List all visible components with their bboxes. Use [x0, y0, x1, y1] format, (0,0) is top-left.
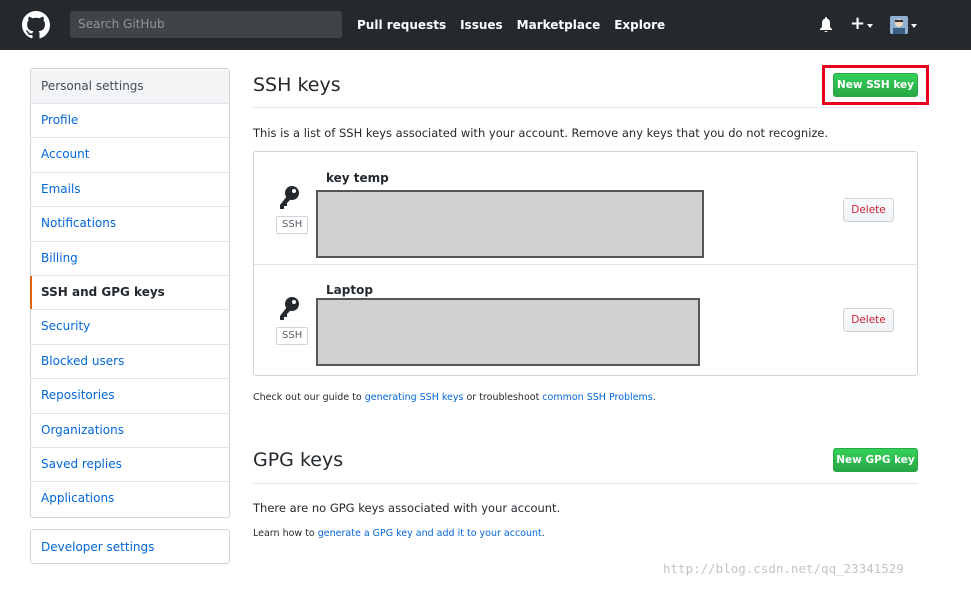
- list-item: SSH Laptop Delete: [254, 264, 917, 376]
- sidebar-item-developer-settings[interactable]: Developer settings: [30, 529, 230, 564]
- sidebar-item-billing[interactable]: Billing: [31, 242, 229, 276]
- redacted-fingerprint: [316, 190, 704, 258]
- list-item: SSH key temp Delete: [254, 152, 917, 264]
- plus-icon[interactable]: +: [850, 14, 865, 34]
- generating-ssh-keys-link[interactable]: generating SSH keys: [365, 392, 464, 403]
- sidebar-item-repositories[interactable]: Repositories: [31, 379, 229, 414]
- guide-prefix: Check out our guide to: [253, 392, 365, 403]
- new-gpg-key-button[interactable]: New GPG key: [833, 448, 918, 472]
- sidebar-item-blocked-users[interactable]: Blocked users: [31, 345, 229, 380]
- learn-suffix: .: [541, 528, 545, 539]
- generate-gpg-key-link[interactable]: generate a GPG key and add it to your ac…: [318, 528, 542, 539]
- key-icon: [280, 186, 299, 209]
- key-icon: [280, 297, 299, 320]
- nav-pull-requests[interactable]: Pull requests: [357, 18, 446, 32]
- gpg-keys-title: GPG keys: [253, 449, 344, 471]
- ssh-keys-title: SSH keys: [253, 74, 341, 96]
- nav-issues[interactable]: Issues: [460, 18, 503, 32]
- gpg-empty-text: There are no GPG keys associated with yo…: [253, 501, 561, 515]
- avatar[interactable]: [890, 16, 908, 34]
- sidebar-item-organizations[interactable]: Organizations: [31, 414, 229, 448]
- nav-marketplace[interactable]: Marketplace: [517, 18, 601, 32]
- delete-key-button[interactable]: Delete: [843, 198, 894, 222]
- search-input[interactable]: [70, 11, 342, 38]
- ssh-type-label: SSH: [276, 327, 309, 345]
- top-header: Pull requests Issues Marketplace Explore…: [0, 0, 971, 50]
- sidebar-item-saved-replies[interactable]: Saved replies: [31, 448, 229, 483]
- sidebar-item-security[interactable]: Security: [31, 310, 229, 345]
- chevron-down-icon[interactable]: [867, 24, 873, 28]
- guide-middle: or troubleshoot: [463, 392, 543, 403]
- bell-icon[interactable]: [820, 17, 832, 32]
- sidebar-item-notifications[interactable]: Notifications: [31, 207, 229, 242]
- chevron-down-icon[interactable]: [911, 24, 917, 28]
- ssh-type-label: SSH: [276, 216, 309, 234]
- divider: [253, 107, 918, 108]
- sidebar-item-profile[interactable]: Profile: [31, 104, 229, 139]
- ssh-key-name: key temp: [326, 171, 389, 185]
- delete-key-button[interactable]: Delete: [843, 308, 894, 332]
- github-octocat-icon[interactable]: [22, 11, 50, 39]
- watermark: http://blog.csdn.net/qq_23341529: [663, 561, 904, 576]
- ssh-key-name: Laptop: [326, 283, 373, 297]
- common-ssh-problems-link[interactable]: common SSH Problems: [542, 392, 652, 403]
- sidebar-heading: Personal settings: [31, 69, 229, 104]
- learn-prefix: Learn how to: [253, 528, 318, 539]
- annotation-highlight-box: [822, 65, 929, 105]
- redacted-fingerprint: [316, 298, 700, 366]
- sidebar-item-account[interactable]: Account: [31, 138, 229, 173]
- sidebar-item-emails[interactable]: Emails: [31, 173, 229, 208]
- nav-explore[interactable]: Explore: [614, 18, 665, 32]
- ssh-key-list: SSH key temp Delete SSH Laptop Delete: [253, 151, 918, 376]
- sidebar-item-ssh-and-gpg-keys[interactable]: SSH and GPG keys: [30, 275, 229, 311]
- ssh-guide-text: Check out our guide to generating SSH ke…: [253, 392, 656, 403]
- sidebar-item-applications[interactable]: Applications: [31, 482, 229, 516]
- ssh-intro-text: This is a list of SSH keys associated wi…: [253, 126, 829, 140]
- divider: [253, 483, 918, 484]
- user-avatar-icon: [890, 16, 908, 34]
- gpg-learn-text: Learn how to generate a GPG key and add …: [253, 528, 545, 539]
- settings-sidebar: Personal settings Profile Account Emails…: [30, 68, 230, 518]
- header-nav: Pull requests Issues Marketplace Explore: [357, 0, 679, 50]
- guide-suffix: .: [652, 392, 656, 403]
